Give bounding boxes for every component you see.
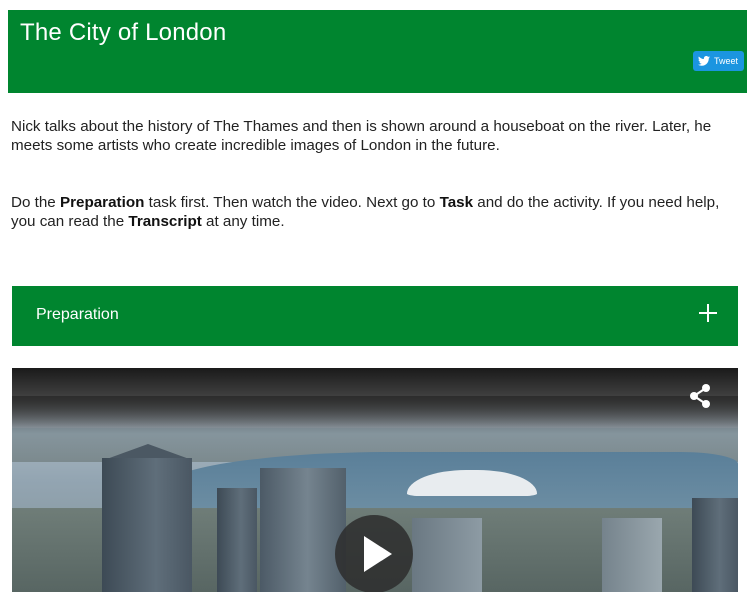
instructions-part2: task first. Then watch the video. Next g…: [144, 194, 440, 211]
preparation-keyword: Preparation: [59, 194, 145, 211]
header-banner: The City of London Tweet: [8, 10, 747, 93]
play-icon: [364, 536, 392, 572]
video-scene-tower: [102, 458, 192, 592]
instructions-text: Do the Preparation task first. Then watc…: [11, 193, 743, 231]
video-top-shade: [12, 396, 738, 434]
twitter-bird-icon: [697, 56, 710, 66]
video-scene-tower: [260, 468, 346, 592]
page-title: The City of London: [20, 19, 227, 46]
share-icon[interactable]: [686, 382, 714, 410]
instructions-part1: Do the: [11, 194, 60, 211]
video-player[interactable]: [12, 368, 738, 592]
tweet-button[interactable]: Tweet: [692, 51, 744, 71]
instructions-part4: at any time.: [201, 213, 285, 230]
video-scene-tower: [412, 518, 482, 592]
video-scene-tower: [692, 498, 738, 592]
intro-text: Nick talks about the history of The Tham…: [11, 118, 712, 154]
transcript-keyword: Transcript: [128, 213, 202, 230]
play-button[interactable]: [335, 515, 413, 592]
page: The City of London Tweet Nick talks abou…: [0, 0, 747, 592]
video-scene-tower: [602, 518, 662, 592]
accordion-label: Preparation: [36, 306, 119, 323]
tweet-label: Tweet: [713, 56, 738, 66]
video-scene-tower: [217, 488, 257, 592]
plus-icon[interactable]: [699, 304, 717, 322]
preparation-accordion[interactable]: Preparation: [12, 286, 738, 346]
task-keyword: Task: [439, 194, 474, 211]
